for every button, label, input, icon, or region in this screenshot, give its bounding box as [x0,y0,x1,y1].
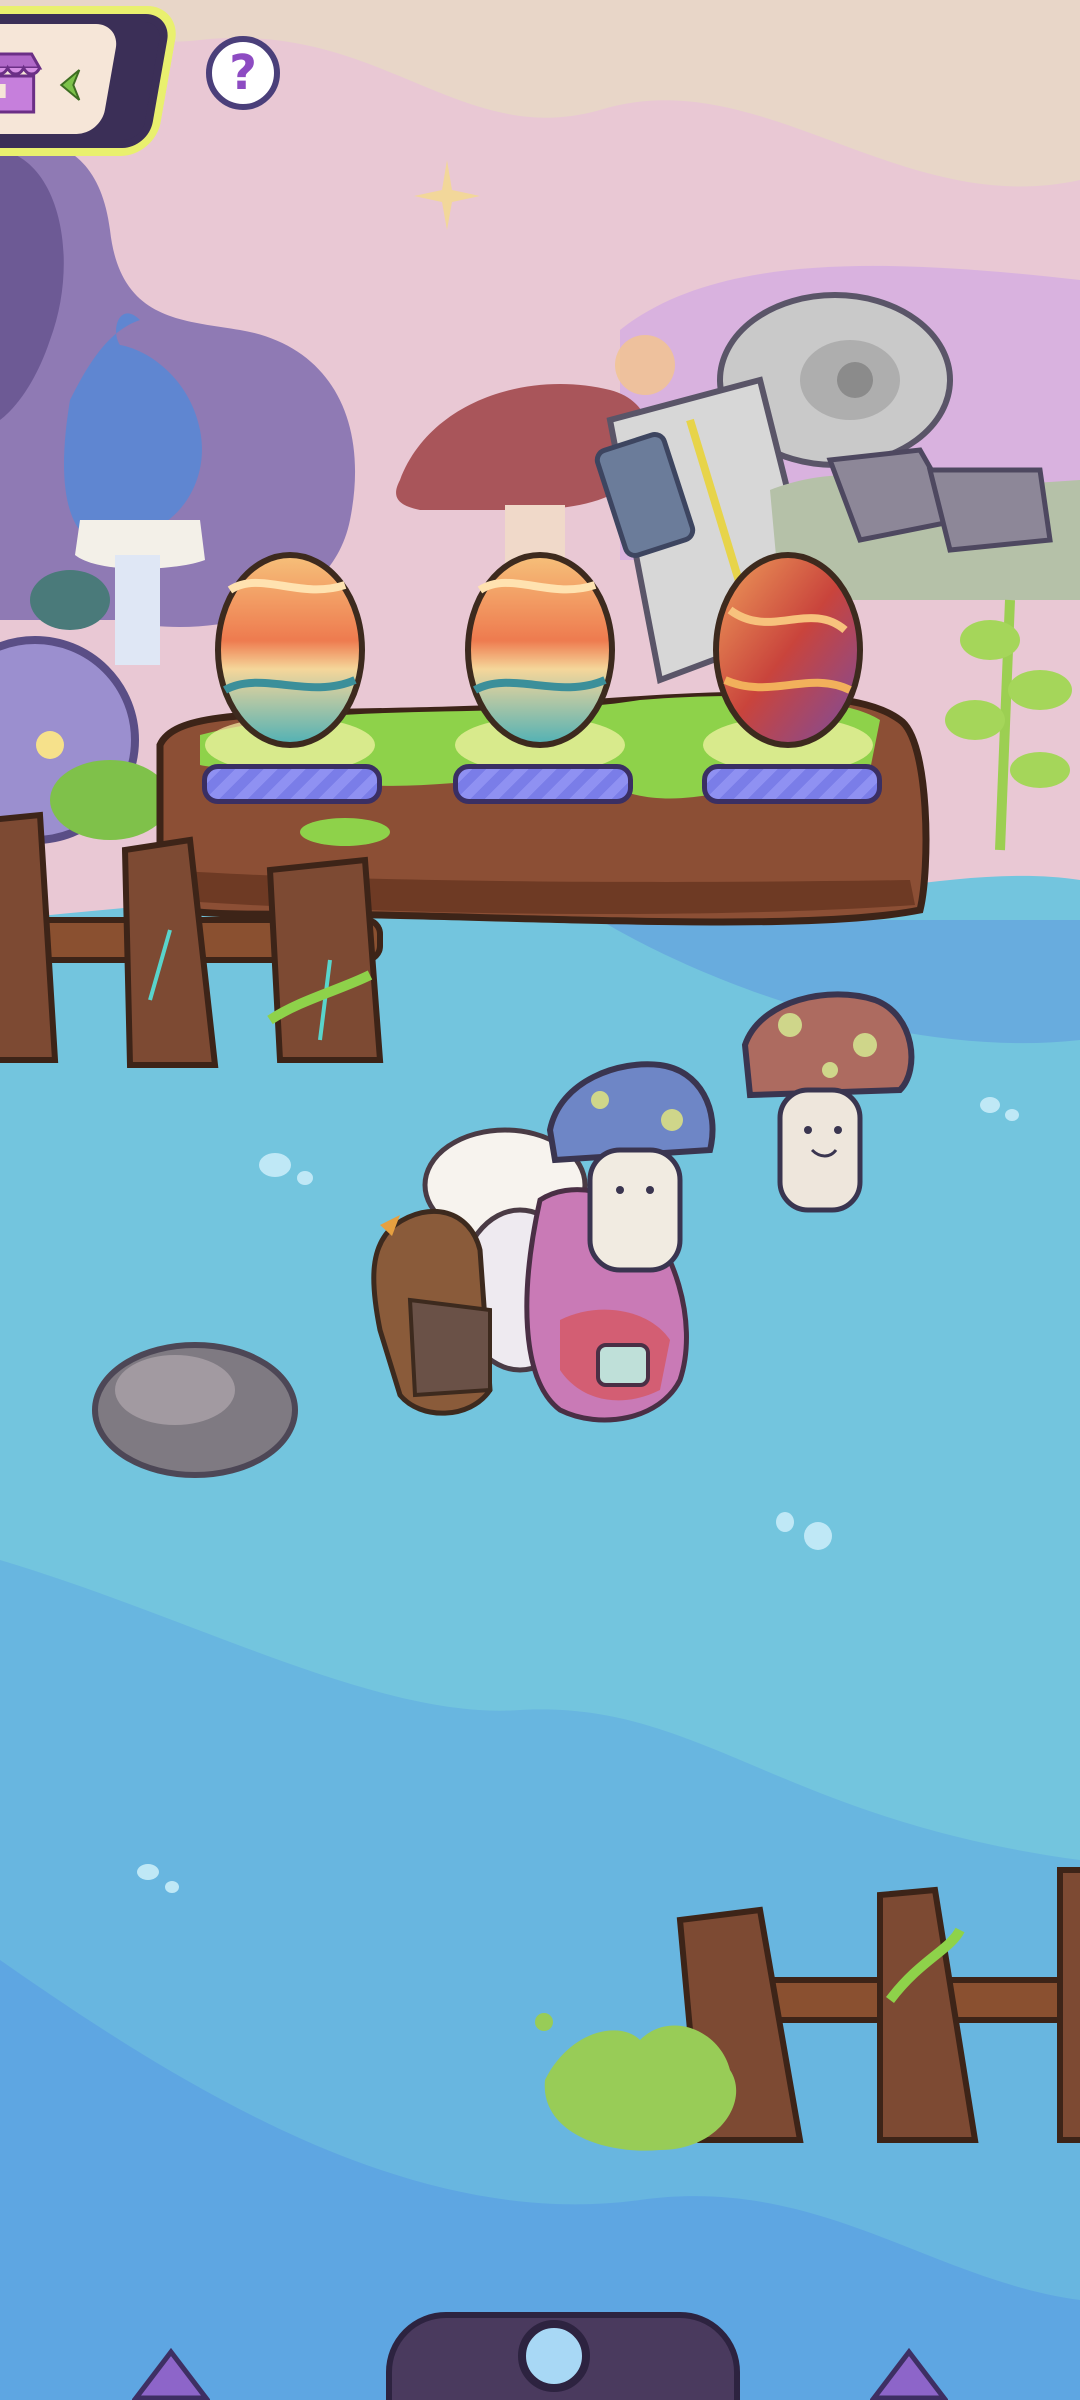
shop-button[interactable] [0,6,182,156]
egg-slot-1-bar [202,764,382,804]
shop-button-face [0,24,121,134]
chevron-left-icon [59,69,81,101]
egg-slot-3-bar [702,764,882,804]
question-icon: ? [229,45,257,101]
left-triangle-icon[interactable] [132,2348,210,2400]
shop-stall-icon [0,52,43,114]
egg-slot-2-bar [453,764,633,804]
right-triangle-icon[interactable] [870,2348,948,2400]
game-scene[interactable]: ? [0,0,1080,2400]
bottom-ring-icon [518,2320,590,2392]
world-background [0,0,1080,2400]
help-button[interactable]: ? [206,36,280,110]
